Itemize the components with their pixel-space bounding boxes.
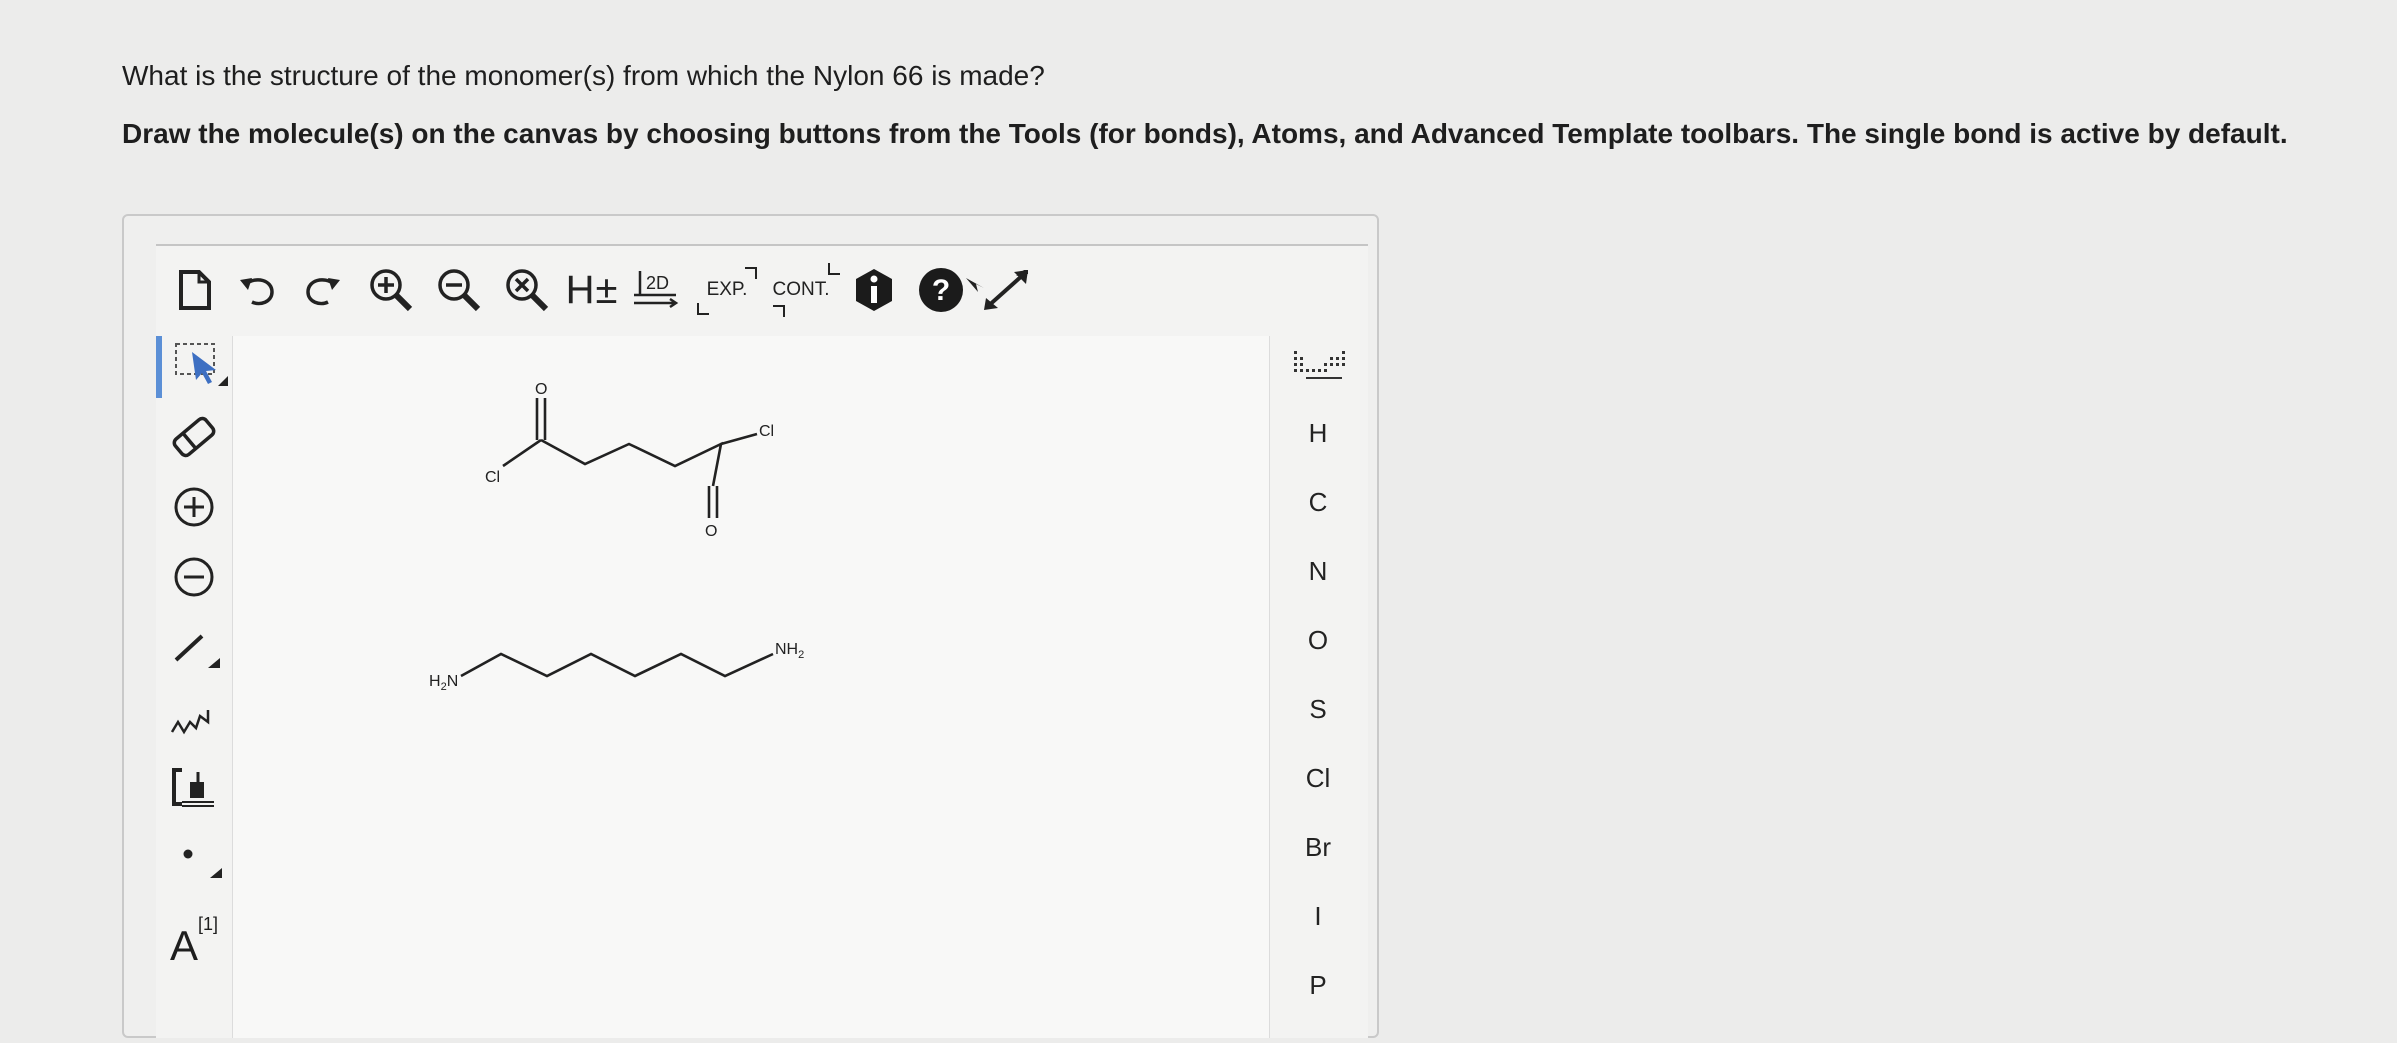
instructions-text: Draw the molecule(s) on the canvas by ch… — [122, 118, 2288, 149]
radical-tool[interactable] — [156, 826, 232, 888]
atom-button-cl[interactable]: Cl — [1268, 753, 1368, 803]
right-amine-label: NH2 — [775, 641, 804, 661]
atom-mapping-index: [1] — [198, 913, 219, 934]
cl-left-label: Cl — [485, 469, 500, 486]
charge-minus-tool[interactable] — [156, 546, 232, 608]
left-amine-h: H — [429, 673, 441, 690]
left-amine-n: N — [447, 673, 459, 690]
drawing-canvas[interactable]: O Cl Cl O H2N NH2 — [232, 336, 1270, 1038]
select-tool[interactable] — [156, 336, 238, 398]
clean-2d-button[interactable]: 2D — [630, 268, 684, 312]
atom-button-c[interactable]: C — [1268, 477, 1368, 527]
contract-button[interactable]: CONT. — [768, 263, 840, 317]
periodic-table-icon[interactable] — [1268, 336, 1368, 392]
right-amine-subscript: 2 — [798, 649, 804, 661]
atom-button-i[interactable]: I — [1268, 891, 1368, 941]
atom-button-n[interactable]: N — [1268, 546, 1368, 596]
adipoyl-chloride-molecule[interactable] — [502, 398, 758, 518]
expand-button[interactable]: EXP. — [696, 267, 758, 315]
single-bond-tool[interactable] — [156, 616, 232, 678]
question-text: What is the structure of the monomer(s) … — [122, 60, 1045, 91]
help-icon[interactable]: ? — [916, 268, 966, 312]
o-top-label: O — [535, 381, 547, 398]
info-icon[interactable] — [850, 268, 898, 312]
contract-label: CONT. — [772, 279, 830, 300]
atoms-toolbar: H C N O S Cl Br I P — [1268, 336, 1368, 1038]
atom-mapping-label: A — [169, 922, 198, 969]
redo-icon[interactable] — [300, 268, 344, 312]
tools-toolbar: A [1] — [156, 336, 232, 1038]
left-amine-label: H2N — [429, 673, 458, 693]
chain-tool[interactable] — [156, 686, 232, 748]
svg-text:?: ? — [932, 274, 950, 307]
right-amine-nh: NH — [775, 641, 798, 658]
structure-editor: H± 2D EXP. CONT. ? A [1] O Cl Cl O H2N N… — [122, 214, 1379, 1038]
atom-button-br[interactable]: Br — [1268, 822, 1368, 872]
clean-2d-label: 2D — [646, 273, 669, 293]
atom-mapping-tool[interactable]: A [1] — [156, 896, 232, 976]
zoom-reset-icon[interactable] — [502, 268, 552, 312]
new-document-icon[interactable] — [172, 268, 218, 312]
atom-button-s[interactable]: S — [1268, 684, 1368, 734]
undo-icon[interactable] — [236, 268, 280, 312]
atom-button-h[interactable]: H — [1268, 408, 1368, 458]
cl-right-label: Cl — [759, 423, 774, 440]
atom-button-o[interactable]: O — [1268, 615, 1368, 665]
zoom-in-icon[interactable] — [366, 268, 416, 312]
o-bottom-label: O — [705, 523, 717, 540]
eraser-tool[interactable] — [156, 406, 232, 468]
add-hydrogens-button[interactable]: H± — [564, 268, 620, 312]
template-tool[interactable] — [156, 756, 232, 818]
top-toolbar: H± 2D EXP. CONT. ? — [156, 246, 1368, 332]
editor-panel: H± 2D EXP. CONT. ? A [1] O Cl Cl O H2N N… — [156, 244, 1368, 1038]
hexamethylenediamine-molecule[interactable] — [460, 652, 774, 678]
expand-label: EXP. — [706, 279, 748, 300]
fullscreen-toggle-icon[interactable] — [962, 268, 1032, 312]
zoom-out-icon[interactable] — [434, 268, 484, 312]
atom-button-p[interactable]: P — [1268, 960, 1368, 1010]
charge-plus-tool[interactable] — [156, 476, 232, 538]
